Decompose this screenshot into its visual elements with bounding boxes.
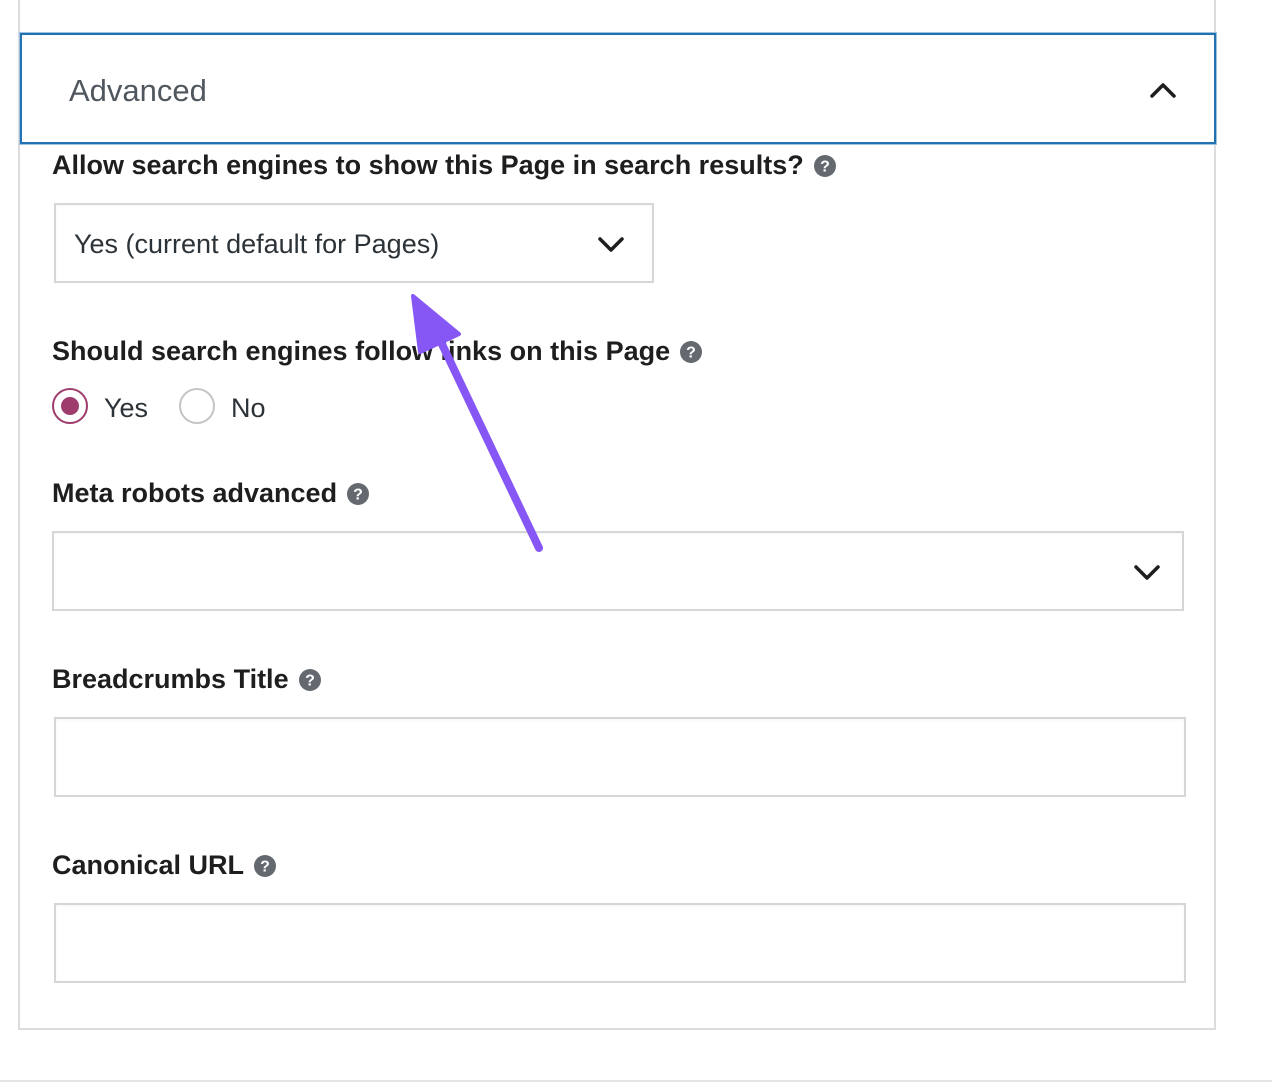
meta-robots-label: Meta robots advanced ? [52,478,370,509]
follow-links-yes-label[interactable]: Yes [104,393,148,424]
search-visibility-select[interactable]: Yes (current default for Pages) [54,203,654,283]
svg-text:?: ? [686,344,696,361]
accordion-title: Advanced [69,73,207,108]
question-circle-icon[interactable]: ? [679,340,703,364]
follow-links-yes-radio[interactable] [52,388,88,424]
divider [0,1080,1272,1082]
question-circle-icon[interactable]: ? [346,482,370,506]
follow-links-label: Should search engines follow links on th… [52,336,703,367]
search-visibility-value: Yes (current default for Pages) [74,229,440,259]
chevron-down-icon [598,237,624,252]
advanced-seo-page: Advanced Allow search engines to show th… [0,0,1272,1092]
svg-text:?: ? [305,672,315,689]
svg-text:?: ? [260,858,270,875]
question-circle-icon[interactable]: ? [253,854,277,878]
follow-links-no-label[interactable]: No [231,393,266,424]
question-circle-icon[interactable]: ? [298,668,322,692]
question-circle-icon[interactable]: ? [813,154,837,178]
breadcrumbs-title-input[interactable] [54,717,1186,797]
chevron-up-icon [1150,83,1176,98]
svg-text:?: ? [353,486,363,503]
search-visibility-label: Allow search engines to show this Page i… [52,150,837,181]
follow-links-no-radio[interactable] [179,388,215,424]
advanced-accordion-toggle[interactable]: Advanced [20,33,1216,144]
canonical-url-input[interactable] [54,903,1186,983]
canonical-url-label: Canonical URL ? [52,850,277,881]
svg-text:?: ? [820,158,830,175]
chevron-down-icon [1134,565,1160,580]
meta-robots-select[interactable] [52,531,1184,611]
breadcrumbs-title-label: Breadcrumbs Title ? [52,664,322,695]
